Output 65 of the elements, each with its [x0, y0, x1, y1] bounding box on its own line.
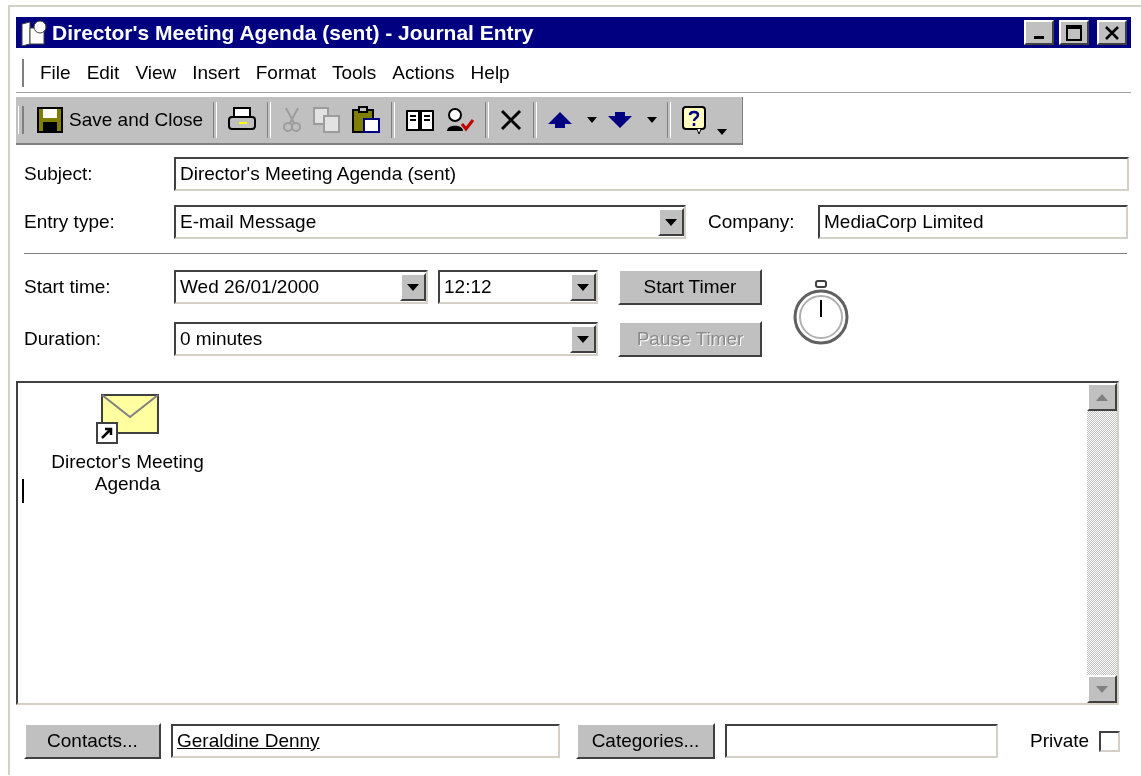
caret-icon	[407, 283, 419, 291]
contacts-field[interactable]: Geraldine Denny	[171, 724, 560, 758]
journal-icon	[20, 19, 48, 46]
maximize-icon	[1066, 24, 1082, 41]
caret-icon	[717, 129, 728, 135]
notes-area[interactable]: Director's Meeting Agenda	[16, 381, 1119, 705]
date-dropdown[interactable]: Wed 26/01/2000	[174, 270, 428, 304]
scroll-up-icon	[1096, 393, 1108, 401]
menu-item[interactable]: Actions	[384, 62, 463, 84]
duration-dropdown[interactable]: 0 minutes	[174, 322, 598, 356]
person-check-icon	[445, 107, 476, 133]
duration-label: Duration:	[24, 328, 103, 350]
down-arrow-icon	[607, 111, 634, 129]
subject-field[interactable]: Director's Meeting Agenda (sent)	[174, 157, 1129, 191]
scrollbar[interactable]	[1087, 383, 1117, 703]
menu-item[interactable]: File	[32, 62, 79, 84]
company-label: Company:	[708, 211, 796, 233]
private-checkbox[interactable]	[1099, 730, 1121, 752]
stopwatch-icon	[792, 280, 850, 346]
start-time-label: Start time:	[24, 276, 112, 298]
close-icon	[1105, 25, 1119, 40]
save-and-close-button[interactable]: Save and Close	[32, 103, 209, 137]
printer-icon	[227, 107, 258, 133]
delete-icon	[499, 108, 524, 132]
minimize-icon	[1034, 36, 1044, 39]
minimize-button[interactable]	[1024, 20, 1054, 45]
dropdown-button[interactable]	[570, 325, 596, 353]
menu-item[interactable]: View	[127, 62, 185, 84]
attachment-name[interactable]: Director's Meeting Agenda	[40, 451, 215, 495]
window-title: Director's Meeting Agenda (sent) - Journal Entry	[52, 20, 535, 45]
up-arrow-icon	[547, 111, 574, 129]
caret-icon	[647, 117, 658, 123]
menu-item[interactable]: Tools	[323, 62, 385, 84]
scroll-down-icon	[1096, 685, 1108, 693]
help-icon	[681, 105, 708, 135]
contacts-button[interactable]: Contacts...	[24, 723, 161, 759]
caret-icon	[665, 218, 677, 226]
menu-item[interactable]: Insert	[184, 62, 248, 84]
start-timer-button[interactable]: Start Timer	[618, 269, 762, 305]
email-shortcut-icon	[95, 393, 160, 447]
caret-icon	[577, 283, 589, 291]
copy-icon	[313, 107, 342, 133]
text-cursor	[22, 479, 24, 503]
menu-item[interactable]: Format	[247, 62, 324, 84]
toolbar-grip[interactable]	[18, 106, 24, 134]
close-button[interactable]	[1097, 20, 1127, 45]
private-label: Private	[1030, 730, 1090, 752]
dropdown-button[interactable]	[658, 208, 684, 236]
subject-label: Subject:	[24, 163, 94, 185]
categories-button[interactable]: Categories...	[576, 723, 715, 759]
dropdown-button[interactable]	[400, 273, 426, 301]
time-dropdown[interactable]: 12:12	[438, 270, 598, 304]
dropdown-button[interactable]	[570, 273, 596, 301]
clipboard-icon	[351, 106, 382, 134]
scissors-icon	[281, 107, 304, 133]
caret-icon	[577, 335, 589, 343]
menu-item[interactable]: Help	[462, 62, 518, 84]
book-icon	[405, 108, 436, 132]
company-field[interactable]: MediaCorp Limited	[818, 205, 1128, 239]
categories-field[interactable]	[725, 724, 998, 758]
entry-type-label: Entry type:	[24, 211, 116, 233]
maximize-button[interactable]	[1059, 20, 1089, 45]
menu-item[interactable]: Edit	[78, 62, 128, 84]
caret-icon	[587, 117, 598, 123]
entry-type-dropdown[interactable]: E-mail Message	[174, 205, 686, 239]
